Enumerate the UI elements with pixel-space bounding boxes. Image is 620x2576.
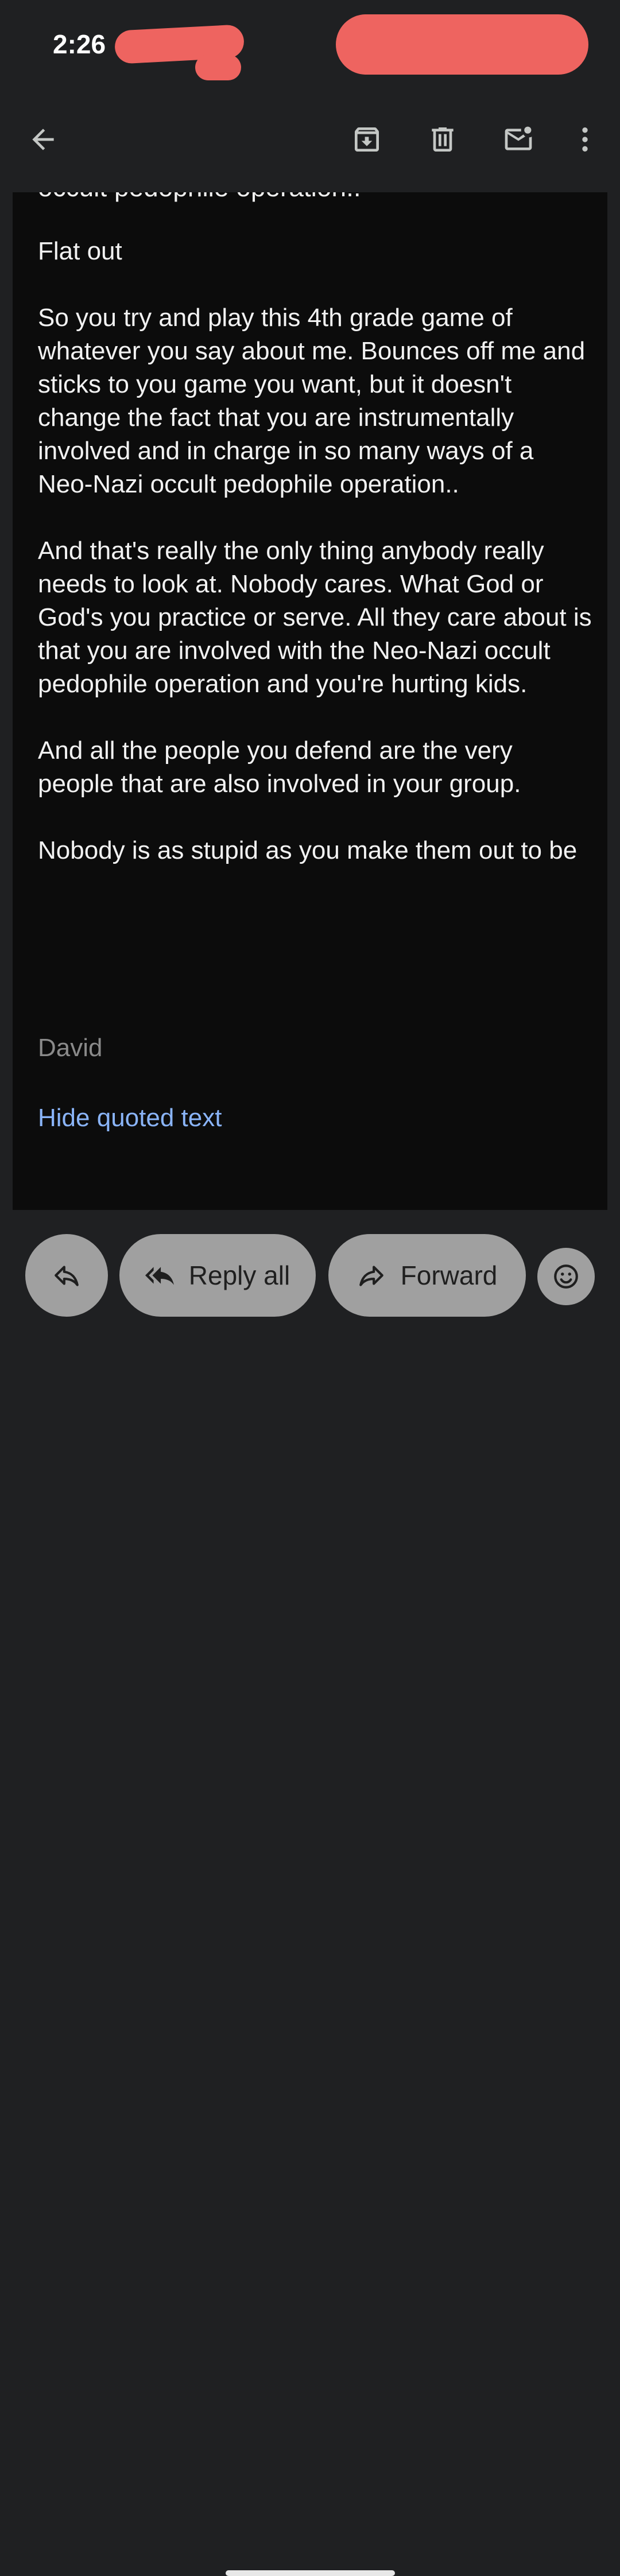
reply-button[interactable] — [25, 1234, 108, 1317]
message-text: Flat out So you try and play this 4th gr… — [38, 235, 595, 901]
back-button[interactable] — [17, 114, 69, 165]
reply-all-label: Reply all — [188, 1260, 290, 1290]
reply-all-icon — [145, 1267, 174, 1285]
more-options-button[interactable] — [559, 114, 611, 165]
paragraph: And all the people you defend are the ve… — [38, 736, 521, 798]
reply-icon — [55, 1266, 79, 1286]
hide-quoted-text-link[interactable]: Hide quoted text — [38, 1104, 222, 1132]
paragraph: Nobody is as stupid as you make them out… — [38, 836, 578, 864]
clipped-text-line: occult pedophile operation.. — [38, 192, 361, 203]
status-bar: 2:26 — [0, 0, 620, 86]
archive-button[interactable] — [341, 114, 393, 165]
more-vert-icon — [582, 127, 588, 152]
home-indicator[interactable] — [226, 2570, 395, 2576]
email-body: occult pedophile operation.. Flat out So… — [13, 192, 607, 1210]
signature: David — [38, 1034, 103, 1062]
forward-button[interactable]: Forward — [328, 1234, 526, 1317]
action-bar: Reply all Forward — [0, 1210, 620, 2576]
emoji-icon — [554, 1264, 578, 1289]
paragraph: So you try and play this 4th grade game … — [38, 304, 586, 498]
mail-unread-icon — [505, 126, 532, 150]
paragraph: Flat out — [38, 237, 122, 265]
arrow-left-icon — [32, 129, 54, 150]
forward-icon — [359, 1266, 383, 1286]
redaction-mark — [195, 55, 241, 80]
paragraph: And that's really the only thing anybody… — [38, 537, 592, 698]
trash-icon — [432, 127, 454, 152]
status-time: 2:26 — [53, 29, 106, 59]
archive-icon — [355, 127, 379, 152]
mark-unread-button[interactable] — [493, 114, 544, 165]
emoji-reaction-button[interactable] — [537, 1248, 595, 1305]
reply-all-button[interactable]: Reply all — [119, 1234, 316, 1317]
forward-label: Forward — [400, 1260, 498, 1290]
toolbar — [0, 86, 620, 192]
redaction-mark — [336, 14, 588, 75]
delete-button[interactable] — [417, 114, 468, 165]
